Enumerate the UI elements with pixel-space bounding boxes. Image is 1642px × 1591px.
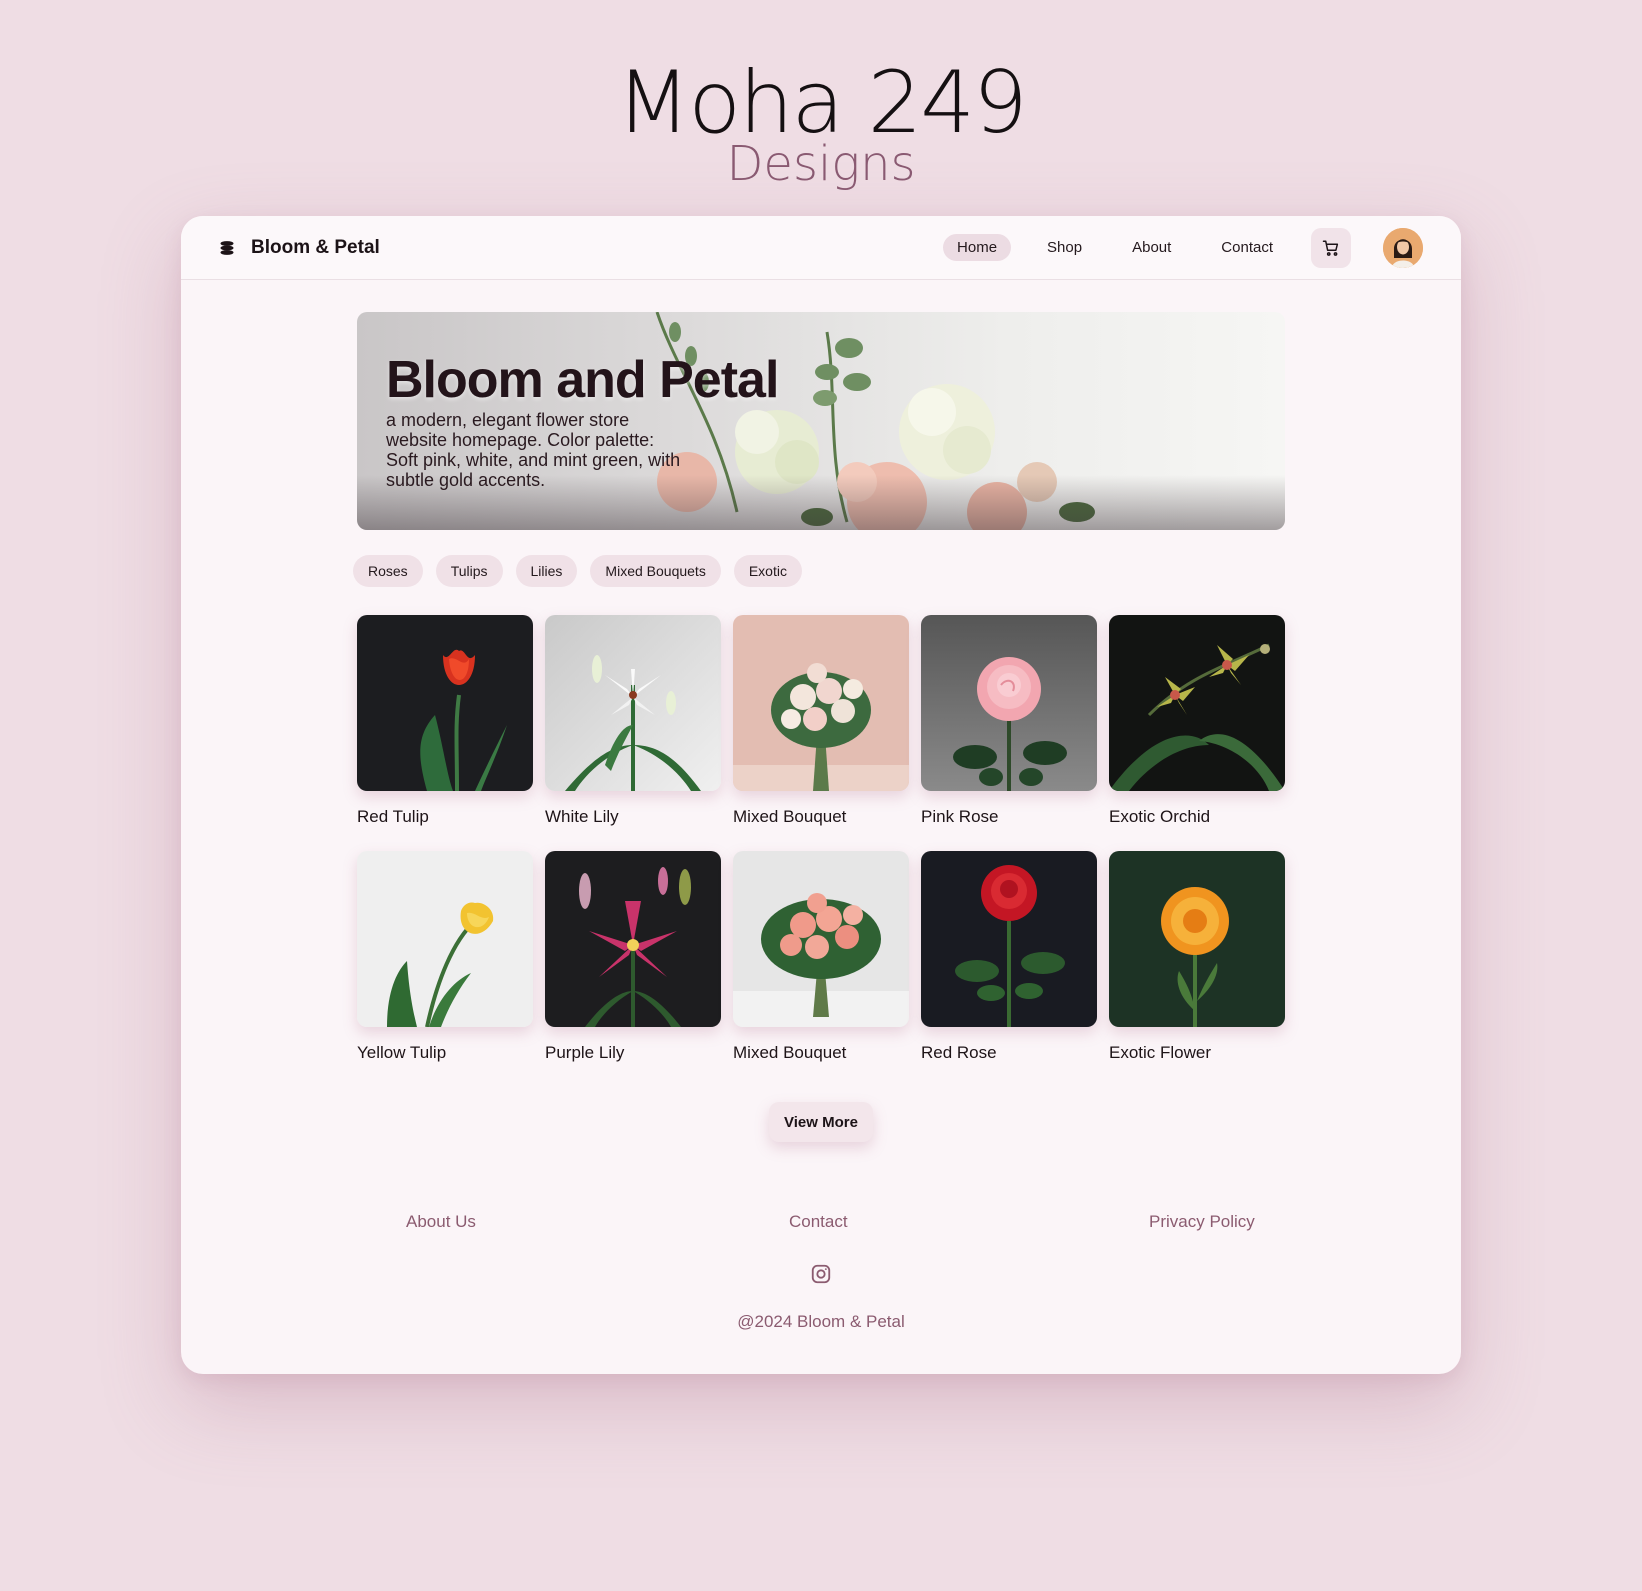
orange-flower-image[interactable] (1109, 851, 1285, 1027)
category-chip-exotic[interactable]: Exotic (733, 555, 802, 587)
purple-lily-image[interactable] (545, 851, 721, 1027)
yellow-tulip-image[interactable] (357, 851, 533, 1027)
product-name: Red Tulip (357, 807, 429, 826)
nav-home[interactable]: Home (943, 234, 1012, 261)
product-name: White Lily (545, 807, 619, 826)
product-name: Mixed Bouquet (733, 1043, 847, 1062)
cart-button[interactable] (1311, 227, 1351, 268)
category-chip-lilies[interactable]: Lilies (515, 555, 578, 587)
product-card[interactable]: Mixed Bouquet (733, 615, 909, 827)
site-logo[interactable]: Bloom & Petal (219, 237, 380, 259)
nav-contact[interactable]: Contact (1207, 234, 1287, 261)
designer-watermark: Moha 249 Designs (0, 60, 1642, 188)
cart-icon (1322, 240, 1339, 256)
red-rose-image[interactable] (921, 851, 1097, 1027)
coral-bouquet-image[interactable] (733, 851, 909, 1027)
nav-about[interactable]: About (1118, 234, 1185, 261)
category-filters: Roses Tulips Lilies Mixed Bouquets Exoti… (353, 555, 802, 587)
red-tulip-image[interactable] (357, 615, 533, 791)
product-card[interactable]: White Lily (545, 615, 721, 827)
product-card[interactable]: Exotic Flower (1109, 851, 1285, 1063)
white-lily-image[interactable] (545, 615, 721, 791)
watermark-subtitle: Designs (726, 136, 916, 192)
nav-shop[interactable]: Shop (1033, 234, 1096, 261)
product-name: Yellow Tulip (357, 1043, 447, 1062)
view-more-button[interactable]: View More (769, 1102, 873, 1142)
instagram-icon[interactable] (810, 1263, 832, 1285)
product-card[interactable]: Red Rose (921, 851, 1097, 1063)
category-chip-mixed-bouquets[interactable]: Mixed Bouquets (590, 555, 721, 587)
product-card[interactable]: Mixed Bouquet (733, 851, 909, 1063)
product-name: Exotic Flower (1109, 1043, 1212, 1062)
main-nav: Home Shop About Contact (935, 227, 1423, 268)
product-name: Exotic Orchid (1109, 807, 1211, 826)
site-window: Bloom & Petal Home Shop About Contact Bl… (181, 216, 1461, 1374)
top-navbar: Bloom & Petal Home Shop About Contact (181, 216, 1461, 280)
footer-contact-link[interactable]: Contact (789, 1212, 848, 1232)
site-name: Bloom & Petal (251, 236, 380, 258)
product-name: Red Rose (921, 1043, 997, 1062)
pink-rose-image[interactable] (921, 615, 1097, 791)
product-card[interactable]: Exotic Orchid (1109, 615, 1285, 827)
orchid-image[interactable] (1109, 615, 1285, 791)
product-card[interactable]: Yellow Tulip (357, 851, 533, 1063)
product-name: Pink Rose (921, 807, 999, 826)
copyright-text: @2024 Bloom & Petal (737, 1312, 905, 1331)
footer-privacy-policy-link[interactable]: Privacy Policy (1149, 1212, 1255, 1232)
user-avatar[interactable] (1383, 227, 1423, 268)
watermark-title: Moha 249 (616, 53, 1028, 153)
category-chip-roses[interactable]: Roses (353, 555, 423, 587)
product-name: Mixed Bouquet (733, 807, 847, 826)
stack-logo-icon (219, 240, 235, 256)
product-name: Purple Lily (545, 1043, 625, 1062)
product-card[interactable]: Purple Lily (545, 851, 721, 1063)
category-chip-tulips[interactable]: Tulips (435, 555, 503, 587)
hero-banner: Bloom and Petal a modern, elegant flower… (357, 312, 1285, 530)
product-grid: Red Tulip White Lily Mixed Bouquet Pink … (357, 615, 1285, 1063)
footer-about-us-link[interactable]: About Us (406, 1212, 476, 1232)
pink-bouquet-image[interactable] (733, 615, 909, 791)
hero-subtitle: a modern, elegant flower store website h… (386, 410, 681, 490)
product-card[interactable]: Red Tulip (357, 615, 533, 827)
product-card[interactable]: Pink Rose (921, 615, 1097, 827)
hero-title: Bloom and Petal (386, 351, 779, 409)
